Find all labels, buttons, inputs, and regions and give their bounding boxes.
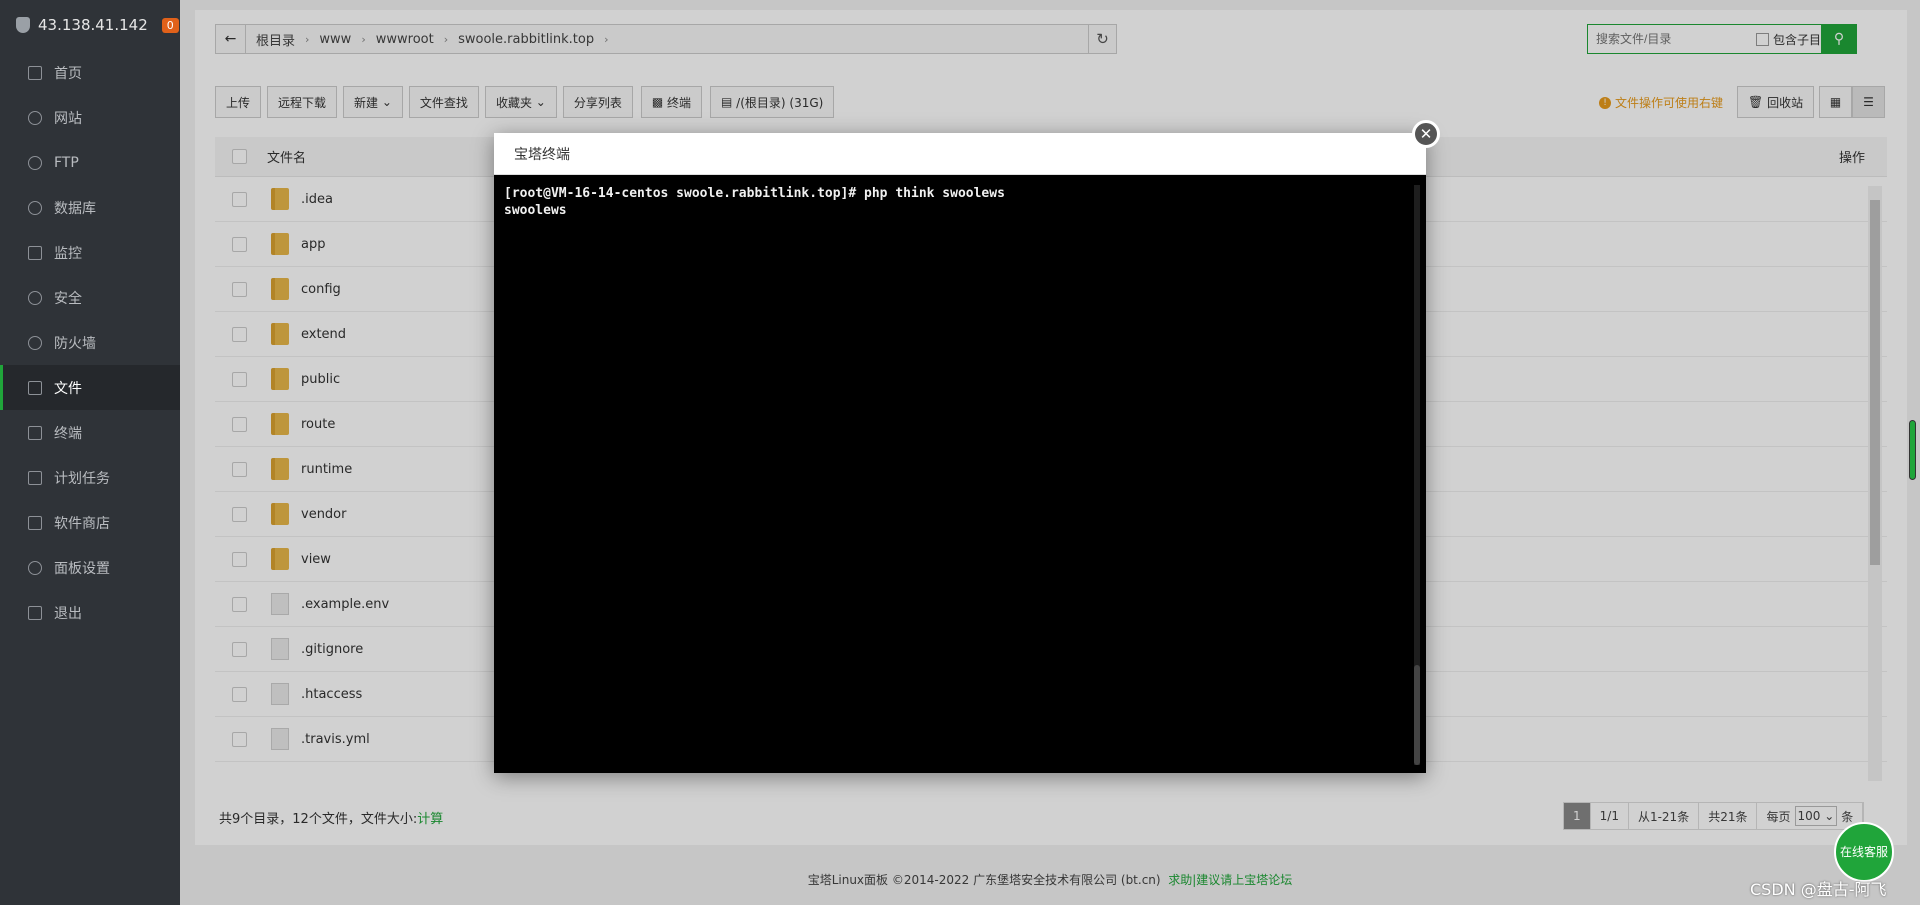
sidebar-item-terminal[interactable]: 终端 bbox=[0, 410, 180, 455]
notification-badge[interactable]: 0 bbox=[161, 17, 179, 33]
sidebar: 43.138.41.142 0 首页 网站 FTP 数据库 监控 安全 防火墙 … bbox=[0, 0, 180, 905]
sidebar-item-home[interactable]: 首页 bbox=[0, 50, 180, 95]
ftp-icon bbox=[28, 155, 42, 170]
monitor-icon bbox=[28, 245, 42, 260]
sidebar-item-label: 终端 bbox=[54, 425, 82, 442]
server-ip: 43.138.41.142 bbox=[38, 16, 148, 34]
sidebar-item-website[interactable]: 网站 bbox=[0, 95, 180, 140]
sidebar-item-label: 软件商店 bbox=[54, 515, 110, 532]
sidebar-item-label: 安全 bbox=[54, 290, 82, 307]
sidebar-item-appstore[interactable]: 软件商店 bbox=[0, 500, 180, 545]
terminal-scrollbar[interactable] bbox=[1414, 185, 1420, 765]
home-icon bbox=[28, 65, 42, 80]
terminal-output[interactable]: [root@VM-16-14-centos swoole.rabbitlink.… bbox=[494, 175, 1426, 229]
sidebar-item-monitor[interactable]: 监控 bbox=[0, 230, 180, 275]
terminal-icon bbox=[28, 425, 42, 440]
sidebar-item-firewall[interactable]: 防火墙 bbox=[0, 320, 180, 365]
sidebar-item-label: 数据库 bbox=[54, 200, 96, 217]
sidebar-item-ftp[interactable]: FTP bbox=[0, 140, 180, 185]
server-header: 43.138.41.142 0 bbox=[0, 0, 180, 50]
sidebar-item-settings[interactable]: 面板设置 bbox=[0, 545, 180, 590]
sidebar-item-label: 计划任务 bbox=[54, 470, 110, 487]
terminal-modal: 宝塔终端 ✕ [root@VM-16-14-centos swoole.rabb… bbox=[494, 120, 1440, 773]
sidebar-item-security[interactable]: 安全 bbox=[0, 275, 180, 320]
sidebar-menu: 首页 网站 FTP 数据库 监控 安全 防火墙 文件 终端 计划任务 软件商店 … bbox=[0, 50, 180, 635]
terminal-line: [root@VM-16-14-centos swoole.rabbitlink.… bbox=[504, 186, 1005, 201]
sidebar-item-logout[interactable]: 退出 bbox=[0, 590, 180, 635]
globe-icon bbox=[28, 110, 42, 125]
sidebar-item-label: 文件 bbox=[54, 380, 82, 397]
terminal-line: swoolews bbox=[504, 203, 567, 218]
logout-icon bbox=[28, 605, 42, 620]
shield-check-icon bbox=[28, 290, 42, 305]
firewall-icon bbox=[28, 335, 42, 350]
gear-icon bbox=[28, 560, 42, 575]
scroll-thumb[interactable] bbox=[1414, 665, 1420, 765]
sidebar-item-label: 退出 bbox=[54, 605, 82, 622]
online-service-button[interactable]: 在线客服 bbox=[1834, 822, 1894, 882]
watermark: CSDN @盘古-阿飞 bbox=[1750, 880, 1887, 899]
database-icon bbox=[28, 200, 42, 215]
sidebar-item-label: 网站 bbox=[54, 110, 82, 127]
calendar-icon bbox=[28, 470, 42, 485]
sidebar-item-label: 防火墙 bbox=[54, 335, 96, 352]
folder-icon bbox=[28, 380, 42, 395]
modal-title: 宝塔终端 bbox=[494, 133, 1426, 175]
sidebar-item-label: 监控 bbox=[54, 245, 82, 262]
sidebar-item-label: 面板设置 bbox=[54, 560, 110, 577]
sidebar-item-files[interactable]: 文件 bbox=[0, 365, 180, 410]
sidebar-item-database[interactable]: 数据库 bbox=[0, 185, 180, 230]
shield-icon bbox=[16, 17, 30, 33]
grid-icon bbox=[28, 515, 42, 530]
sidebar-item-label: 首页 bbox=[54, 65, 82, 82]
page-scroll-indicator[interactable] bbox=[1909, 420, 1916, 480]
close-icon[interactable]: ✕ bbox=[1412, 120, 1440, 148]
sidebar-item-cron[interactable]: 计划任务 bbox=[0, 455, 180, 500]
sidebar-item-label: FTP bbox=[54, 154, 79, 171]
